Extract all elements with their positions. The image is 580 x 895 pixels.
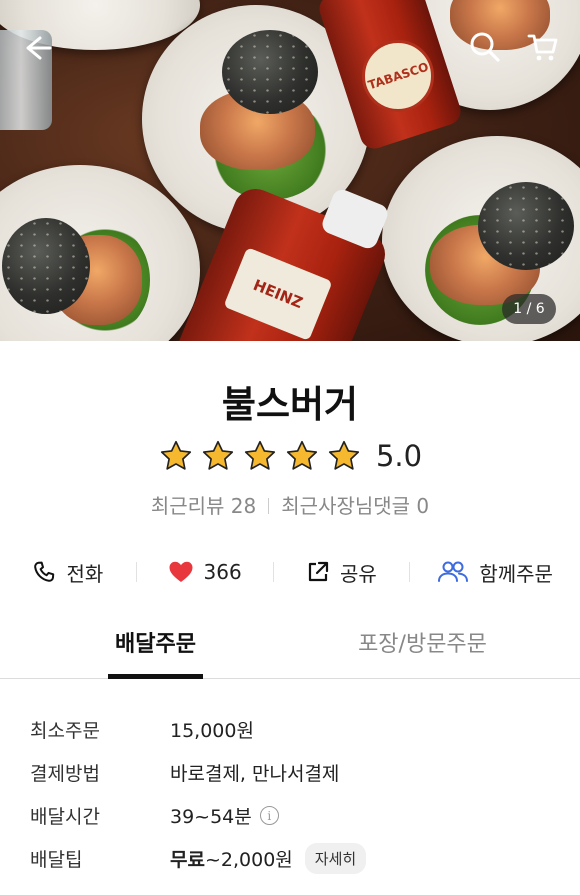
back-button[interactable] [22, 32, 54, 64]
share-icon [308, 561, 329, 582]
search-icon [470, 32, 500, 62]
payment-row: 결제방법 바로결제, 만나서결제 [30, 751, 550, 794]
star-icon [244, 440, 276, 470]
delivery-time-row: 배달시간 39~54분 i [30, 794, 550, 837]
group-order-button[interactable]: 함께주문 [410, 558, 580, 587]
delivery-tip-free: 무료 [170, 849, 205, 871]
burger-bun [2, 218, 90, 314]
burger-bun [222, 30, 318, 114]
heart-icon [169, 561, 193, 582]
delivery-tip-range: ~2,000원 [204, 849, 293, 871]
recent-reviews-link[interactable]: 최근리뷰 28 [151, 494, 256, 518]
payment-label: 결제방법 [30, 763, 100, 785]
store-hero-image[interactable]: TABASCO HEINZ 1 / 6 [0, 0, 580, 341]
info-icon[interactable]: i [259, 806, 279, 825]
delivery-time-value-wrap: 39~54분 i [170, 802, 279, 829]
review-summary: 최근리뷰 28 최근사장님댓글 0 [0, 490, 580, 519]
tabasco-label-text: TABASCO [366, 59, 430, 93]
delivery-time-value: 39~54분 [170, 806, 252, 828]
min-order-row: 최소주문 15,000원 [30, 708, 550, 751]
tabasco-label: TABASCO [362, 40, 434, 112]
like-count: 366 [203, 560, 242, 584]
store-name: 불스버거 [221, 383, 359, 426]
image-counter: 1 / 6 [502, 294, 556, 324]
rating-row: 5.0 [0, 438, 580, 474]
min-order-value: 15,000원 [170, 720, 254, 742]
delivery-info: 최소주문 15,000원 결제방법 바로결제, 만나서결제 배달시간 39~54… [30, 708, 550, 880]
rating-value: 5.0 [375, 439, 423, 473]
order-type-tabs: 배달주문 포장/방문주문 [0, 626, 580, 679]
phone-icon [34, 561, 55, 582]
group-order-label: 함께주문 [479, 561, 553, 586]
share-button[interactable]: 공유 [274, 558, 410, 587]
payment-value: 바로결제, 만나서결제 [170, 763, 340, 785]
min-order-label: 최소주문 [30, 720, 100, 742]
delivery-tip-value-wrap: 무료~2,000원 자세히 [170, 843, 367, 874]
action-bar: 전화 366 공유 함께주문 [0, 552, 580, 592]
star-icon [160, 440, 192, 470]
arrow-left-icon [26, 36, 52, 60]
delivery-time-label: 배달시간 [30, 806, 100, 828]
call-label: 전화 [66, 561, 104, 586]
tip-detail-button[interactable]: 자세히 [304, 843, 367, 874]
tab-delivery[interactable]: 배달주문 [108, 626, 203, 679]
divider [268, 498, 270, 514]
group-users-icon [438, 561, 469, 582]
delivery-tip-row: 배달팁 무료~2,000원 자세히 [30, 837, 550, 880]
like-button[interactable]: 366 [137, 560, 273, 584]
call-button[interactable]: 전화 [0, 558, 136, 587]
search-button[interactable] [468, 30, 502, 64]
delivery-tip-value: 무료~2,000원 [170, 845, 293, 872]
share-label: 공유 [340, 561, 377, 586]
cart-button[interactable] [526, 30, 560, 64]
owner-comments-link[interactable]: 최근사장님댓글 0 [281, 494, 429, 518]
tab-takeout[interactable]: 포장/방문주문 [345, 626, 500, 678]
star-icon [202, 440, 234, 470]
star-icon [286, 440, 318, 470]
delivery-tip-label: 배달팁 [30, 849, 83, 871]
cart-icon [527, 34, 558, 61]
ketchup-label-text: HEINZ [250, 275, 306, 313]
star-icon [328, 440, 360, 470]
burger-bun [478, 182, 574, 270]
